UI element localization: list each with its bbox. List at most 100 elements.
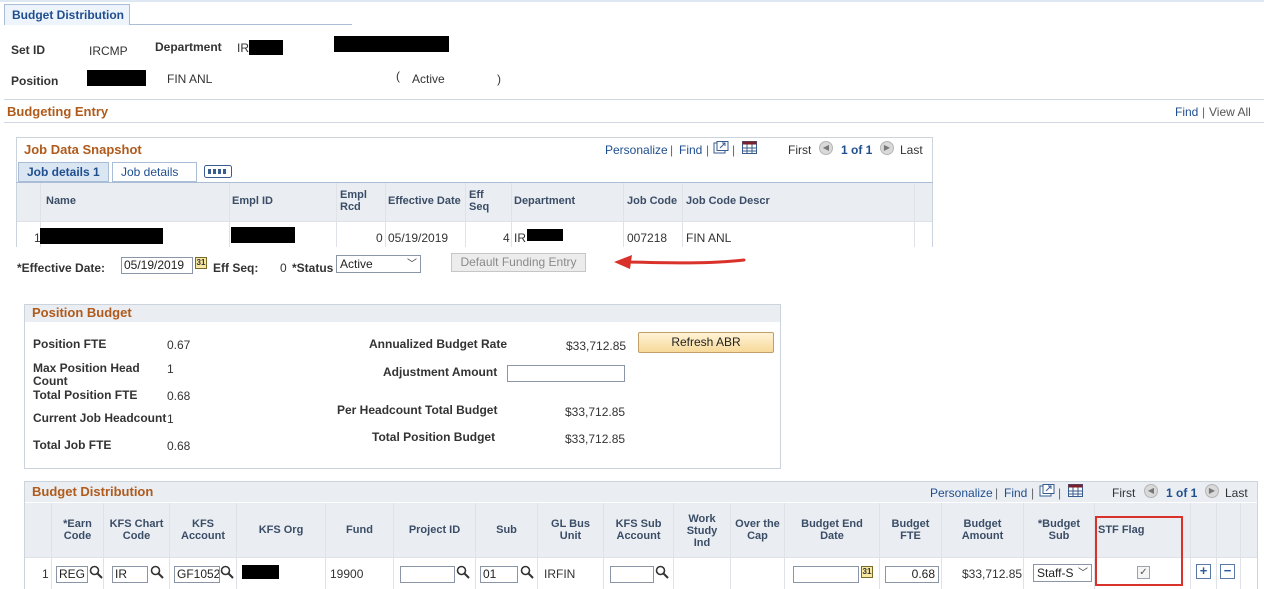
project-id-input[interactable] bbox=[400, 566, 455, 583]
budgeting-entry-bottom-rule bbox=[4, 122, 1264, 123]
calendar-icon[interactable]: 31 bbox=[195, 257, 207, 269]
search-icon[interactable] bbox=[150, 565, 164, 579]
bd-col-subacct-2[interactable]: Account bbox=[604, 530, 673, 542]
snapshot-first-label: First bbox=[788, 143, 812, 157]
spreadsheet-download-icon[interactable] bbox=[742, 141, 758, 155]
bd-col-overcap-1[interactable]: Over the bbox=[731, 518, 784, 530]
col-header-emplid[interactable]: Empl ID bbox=[232, 195, 273, 207]
earn-code-input[interactable]: REG bbox=[56, 566, 88, 583]
bd-find-link[interactable]: Find bbox=[1004, 486, 1027, 500]
search-icon[interactable] bbox=[220, 565, 234, 579]
col-header-eff-seq-1[interactable]: Eff bbox=[469, 189, 484, 201]
tab-job-details-1[interactable]: Job details 1 bbox=[18, 162, 109, 182]
budget-fte-input[interactable]: 0.68 bbox=[885, 566, 939, 583]
col-header-department[interactable]: Department bbox=[514, 195, 575, 207]
page-tab-underline bbox=[130, 24, 352, 25]
bd-col-subacct-1[interactable]: KFS Sub bbox=[604, 518, 673, 530]
bd-col-sub[interactable]: Sub bbox=[476, 524, 537, 536]
col-divider bbox=[103, 503, 104, 589]
page-tab-budget-distribution[interactable]: Budget Distribution bbox=[4, 4, 130, 25]
snapshot-next-icon[interactable]: ▶ bbox=[880, 141, 894, 155]
bd-col-glbu-1[interactable]: GL Bus bbox=[538, 518, 603, 530]
status-paren-close: ) bbox=[497, 72, 501, 86]
refresh-abr-button[interactable]: Refresh ABR bbox=[638, 332, 774, 353]
snapshot-eff-seq: 4 bbox=[503, 231, 510, 245]
search-icon[interactable] bbox=[655, 565, 669, 579]
show-all-columns-icon[interactable] bbox=[204, 165, 232, 178]
bd-sep-1: | bbox=[995, 486, 999, 500]
search-icon[interactable] bbox=[456, 565, 470, 579]
search-icon[interactable] bbox=[89, 565, 103, 579]
bd-col-budgetsub-1[interactable]: *Budget bbox=[1024, 518, 1094, 530]
bd-col-overcap-2[interactable]: Cap bbox=[731, 530, 784, 542]
tab-job-details-2[interactable]: Job details 2 bbox=[112, 162, 197, 197]
budget-end-date-input[interactable] bbox=[793, 566, 859, 583]
sub-account-input[interactable] bbox=[610, 566, 654, 583]
bd-col-amount-1[interactable]: Budget bbox=[942, 518, 1023, 530]
col-divider bbox=[1023, 503, 1024, 589]
default-funding-entry-button[interactable]: Default Funding Entry bbox=[451, 253, 586, 272]
bd-col-enddate-1[interactable]: Budget End bbox=[785, 518, 879, 530]
search-icon[interactable] bbox=[520, 565, 534, 579]
bd-col-chart-1[interactable]: KFS Chart bbox=[104, 518, 169, 530]
bd-col-earn-2[interactable]: Code bbox=[52, 530, 103, 542]
bd-col-enddate-2[interactable]: Date bbox=[785, 530, 879, 542]
bd-col-workstudy-3[interactable]: Ind bbox=[674, 537, 730, 549]
new-window-icon[interactable] bbox=[1039, 484, 1055, 498]
snapshot-empl-rcd: 0 bbox=[376, 231, 383, 245]
bd-col-glbu-2[interactable]: Unit bbox=[538, 530, 603, 542]
col-divider bbox=[941, 503, 942, 589]
col-divider bbox=[1216, 503, 1217, 589]
bd-col-account-1[interactable]: KFS bbox=[170, 518, 236, 530]
bd-row-number: 1 bbox=[42, 567, 49, 581]
col-header-empl-rcd-2[interactable]: Rcd bbox=[340, 201, 361, 213]
bd-col-amount-2[interactable]: Amount bbox=[942, 530, 1023, 542]
add-row-icon[interactable]: + bbox=[1196, 564, 1211, 579]
bd-personalize-link[interactable]: Personalize bbox=[930, 486, 993, 500]
bd-col-chart-2[interactable]: Code bbox=[104, 530, 169, 542]
status-select[interactable]: Active ﹀ bbox=[336, 255, 421, 273]
department-value: IR bbox=[237, 41, 249, 55]
bd-col-account-2[interactable]: Account bbox=[170, 530, 236, 542]
adjustment-amount-input[interactable] bbox=[507, 365, 625, 382]
snapshot-sep-1: | bbox=[670, 143, 674, 157]
bd-col-budgetsub-2[interactable]: Sub bbox=[1024, 530, 1094, 542]
bd-col-fund[interactable]: Fund bbox=[326, 524, 393, 536]
snapshot-personalize-link[interactable]: Personalize bbox=[605, 143, 668, 157]
budgeting-entry-top-rule bbox=[4, 99, 1264, 100]
col-header-effective-date[interactable]: Effective Date bbox=[388, 195, 461, 207]
new-window-icon[interactable] bbox=[713, 141, 729, 155]
bd-col-fte-2[interactable]: FTE bbox=[880, 530, 941, 542]
col-header-job-code-descr[interactable]: Job Code Descr bbox=[686, 195, 770, 207]
snapshot-prev-icon[interactable]: ◀ bbox=[819, 141, 833, 155]
bd-col-org[interactable]: KFS Org bbox=[237, 524, 325, 536]
col-divider bbox=[730, 503, 731, 589]
effective-date-input[interactable]: 05/19/2019 bbox=[121, 257, 193, 274]
spreadsheet-download-icon[interactable] bbox=[1068, 484, 1084, 498]
bd-header-rule bbox=[25, 557, 1257, 558]
sub-input[interactable]: 01 bbox=[480, 566, 518, 583]
budget-sub-select-value: Staff-S bbox=[1037, 566, 1074, 580]
bd-col-fte-1[interactable]: Budget bbox=[880, 518, 941, 530]
bd-prev-icon[interactable]: ◀ bbox=[1144, 484, 1158, 498]
chart-code-input[interactable]: IR bbox=[112, 566, 148, 583]
calendar-icon[interactable]: 31 bbox=[861, 566, 873, 578]
snapshot-find-link[interactable]: Find bbox=[679, 143, 702, 157]
view-all-link[interactable]: View All bbox=[1209, 105, 1251, 119]
bd-col-workstudy-1[interactable]: Work bbox=[674, 513, 730, 525]
snapshot-department: IR bbox=[514, 231, 526, 245]
delete-row-icon[interactable]: − bbox=[1220, 564, 1235, 579]
bd-next-icon[interactable]: ▶ bbox=[1205, 484, 1219, 498]
col-header-empl-rcd-1[interactable]: Empl bbox=[340, 189, 367, 201]
col-divider bbox=[623, 183, 624, 247]
col-header-job-code[interactable]: Job Code bbox=[627, 195, 677, 207]
bd-col-project[interactable]: Project ID bbox=[394, 524, 475, 536]
budget-sub-select[interactable]: Staff-S ﹀ bbox=[1033, 564, 1092, 582]
col-header-eff-seq-2[interactable]: Seq bbox=[469, 201, 489, 213]
find-link[interactable]: Find bbox=[1175, 105, 1198, 119]
col-header-name[interactable]: Name bbox=[46, 195, 76, 207]
bd-col-workstudy-2[interactable]: Study bbox=[674, 525, 730, 537]
bd-col-earn-1[interactable]: *Earn bbox=[52, 518, 103, 530]
account-input[interactable]: GF1052 bbox=[174, 566, 220, 583]
stf-flag-highlight-annotation bbox=[1095, 516, 1183, 586]
